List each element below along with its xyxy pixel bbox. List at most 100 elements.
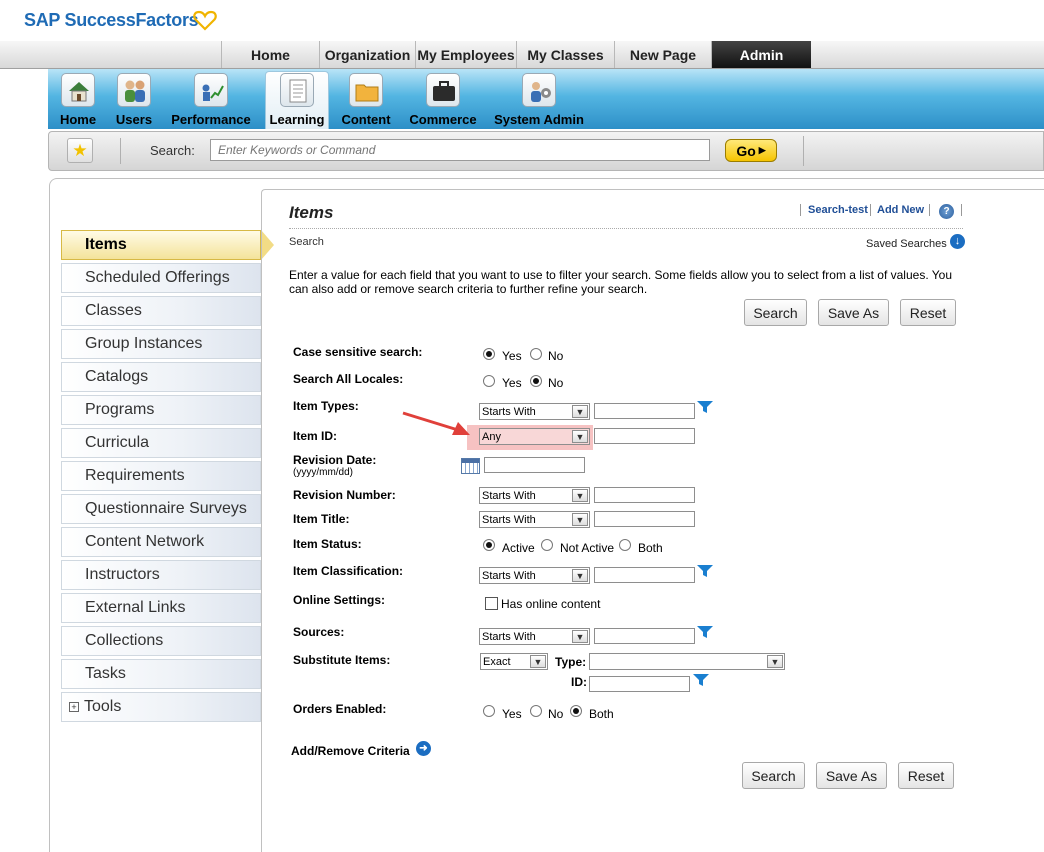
revision-number-operator-select[interactable]: Starts With ▼ (479, 487, 590, 504)
item-status-both-radio[interactable] (619, 539, 631, 551)
type-label: Type: (555, 655, 587, 669)
select-value: Starts With (482, 513, 536, 526)
module-home[interactable]: Home (55, 71, 101, 129)
reset-button-bottom[interactable]: Reset (898, 762, 954, 789)
chevron-down-icon: ▼ (572, 630, 588, 643)
filter-funnel-icon[interactable] (693, 674, 709, 686)
sidebar-item-external-links[interactable]: External Links (61, 593, 261, 623)
search-test-link[interactable]: Search-test (808, 204, 868, 216)
chevron-down-icon: ▼ (572, 569, 588, 582)
add-remove-criteria-link[interactable]: Add/Remove Criteria (291, 744, 410, 758)
sidebar-item-instructors[interactable]: Instructors (61, 560, 261, 590)
help-icon[interactable]: ? (939, 204, 954, 219)
module-label: Users (115, 112, 153, 127)
module-content[interactable]: Content (340, 71, 392, 129)
all-locales-no-radio[interactable] (530, 375, 542, 387)
module-performance[interactable]: Performance (170, 71, 252, 129)
house-icon (61, 73, 95, 107)
arrow-down-circle-icon[interactable]: ↓ (950, 234, 965, 249)
sidebar-item-curricula[interactable]: Curricula (61, 428, 261, 458)
sidebar-item-content-network[interactable]: Content Network (61, 527, 261, 557)
arrow-right-circle-icon[interactable]: ➜ (416, 741, 431, 756)
add-new-link[interactable]: Add New (877, 204, 924, 216)
orders-enabled-no-radio[interactable] (530, 705, 542, 717)
item-title-operator-select[interactable]: Starts With ▼ (479, 511, 590, 528)
substitute-type-select[interactable]: ▼ (589, 653, 785, 670)
sidebar-item-programs[interactable]: Programs (61, 395, 261, 425)
module-commerce[interactable]: Commerce (408, 71, 478, 129)
calendar-icon[interactable] (461, 458, 480, 474)
sidebar-item-label: Tasks (85, 665, 126, 682)
radio-label: Yes (502, 349, 522, 363)
module-system-admin[interactable]: System Admin (494, 71, 584, 129)
item-status-not-active-radio[interactable] (541, 539, 553, 551)
sidebar-item-tasks[interactable]: Tasks (61, 659, 261, 689)
filter-funnel-icon[interactable] (697, 626, 713, 638)
sidebar-item-tools[interactable]: + Tools (61, 692, 261, 722)
top-tab-organization[interactable]: Organization (319, 41, 415, 68)
sidebar-item-label: Instructors (85, 566, 160, 583)
keyword-search-input[interactable] (210, 139, 710, 161)
item-classification-operator-select[interactable]: Starts With ▼ (479, 567, 590, 584)
expand-plus-icon: + (69, 702, 79, 712)
has-online-content-checkbox[interactable] (485, 597, 498, 610)
item-status-active-radio[interactable] (483, 539, 495, 551)
revision-date-input[interactable] (484, 457, 585, 473)
all-locales-yes-radio[interactable] (483, 375, 495, 387)
sidebar-item-collections[interactable]: Collections (61, 626, 261, 656)
substitute-id-input[interactable] (589, 676, 690, 692)
search-button[interactable]: Search (744, 299, 807, 326)
search-button-bottom[interactable]: Search (742, 762, 805, 789)
all-locales-label: Search All Locales: (293, 372, 404, 386)
sidebar-item-label: External Links (85, 599, 186, 616)
top-tab-new-page[interactable]: New Page (614, 41, 711, 68)
item-classification-input[interactable] (594, 567, 695, 583)
item-types-operator-select[interactable]: Starts With ▼ (479, 403, 590, 420)
item-title-input[interactable] (594, 511, 695, 527)
substitute-items-operator-select[interactable]: Exact ▼ (480, 653, 548, 670)
revision-number-input[interactable] (594, 487, 695, 503)
search-label: Search: (150, 143, 195, 158)
instructions-text: Enter a value for each field that you wa… (289, 268, 953, 296)
orders-enabled-both-radio[interactable] (570, 705, 582, 717)
filter-funnel-icon[interactable] (697, 565, 713, 577)
case-sensitive-no-radio[interactable] (530, 348, 542, 360)
case-sensitive-yes-radio[interactable] (483, 348, 495, 360)
sidebar-item-questionnaire-surveys[interactable]: Questionnaire Surveys (61, 494, 261, 524)
sidebar-item-group-instances[interactable]: Group Instances (61, 329, 261, 359)
sidebar-item-classes[interactable]: Classes (61, 296, 261, 326)
select-value: Starts With (482, 405, 536, 418)
radio-label: Both (638, 541, 663, 555)
save-as-button[interactable]: Save As (818, 299, 889, 326)
sidebar-item-label: Questionnaire Surveys (85, 500, 247, 517)
sidebar-item-items[interactable]: Items (61, 230, 261, 260)
module-learning[interactable]: Learning (265, 71, 329, 129)
top-tab-my-employees[interactable]: My Employees (415, 41, 516, 68)
item-types-input[interactable] (594, 403, 695, 419)
save-as-button-bottom[interactable]: Save As (816, 762, 887, 789)
sources-operator-select[interactable]: Starts With ▼ (479, 628, 590, 645)
top-tab-my-classes[interactable]: My Classes (516, 41, 614, 68)
radio-label: Yes (502, 376, 522, 390)
radio-label: No (548, 376, 564, 390)
sidebar-item-requirements[interactable]: Requirements (61, 461, 261, 491)
sidebar-item-label: Catalogs (85, 368, 149, 385)
orders-enabled-yes-radio[interactable] (483, 705, 495, 717)
top-tab-admin[interactable]: Admin (711, 41, 811, 68)
module-users[interactable]: Users (112, 71, 156, 129)
saved-searches-label[interactable]: Saved Searches (866, 238, 947, 250)
top-tab-home[interactable]: Home (221, 41, 319, 68)
chevron-down-icon: ▼ (530, 655, 546, 668)
top-tab-label: Organization (324, 46, 411, 63)
sources-input[interactable] (594, 628, 695, 644)
item-id-input[interactable] (594, 428, 695, 444)
sidebar-item-label: Items (85, 236, 127, 253)
go-button[interactable]: Go ▶ (725, 139, 777, 162)
reset-button[interactable]: Reset (900, 299, 956, 326)
module-label: Commerce (409, 112, 477, 127)
filter-funnel-icon[interactable] (697, 401, 713, 413)
item-id-operator-select[interactable]: Any ▼ (479, 428, 590, 445)
sidebar-item-scheduled-offerings[interactable]: Scheduled Offerings (61, 263, 261, 293)
sidebar-item-catalogs[interactable]: Catalogs (61, 362, 261, 392)
star-favorites-icon[interactable]: ★ (67, 138, 93, 163)
